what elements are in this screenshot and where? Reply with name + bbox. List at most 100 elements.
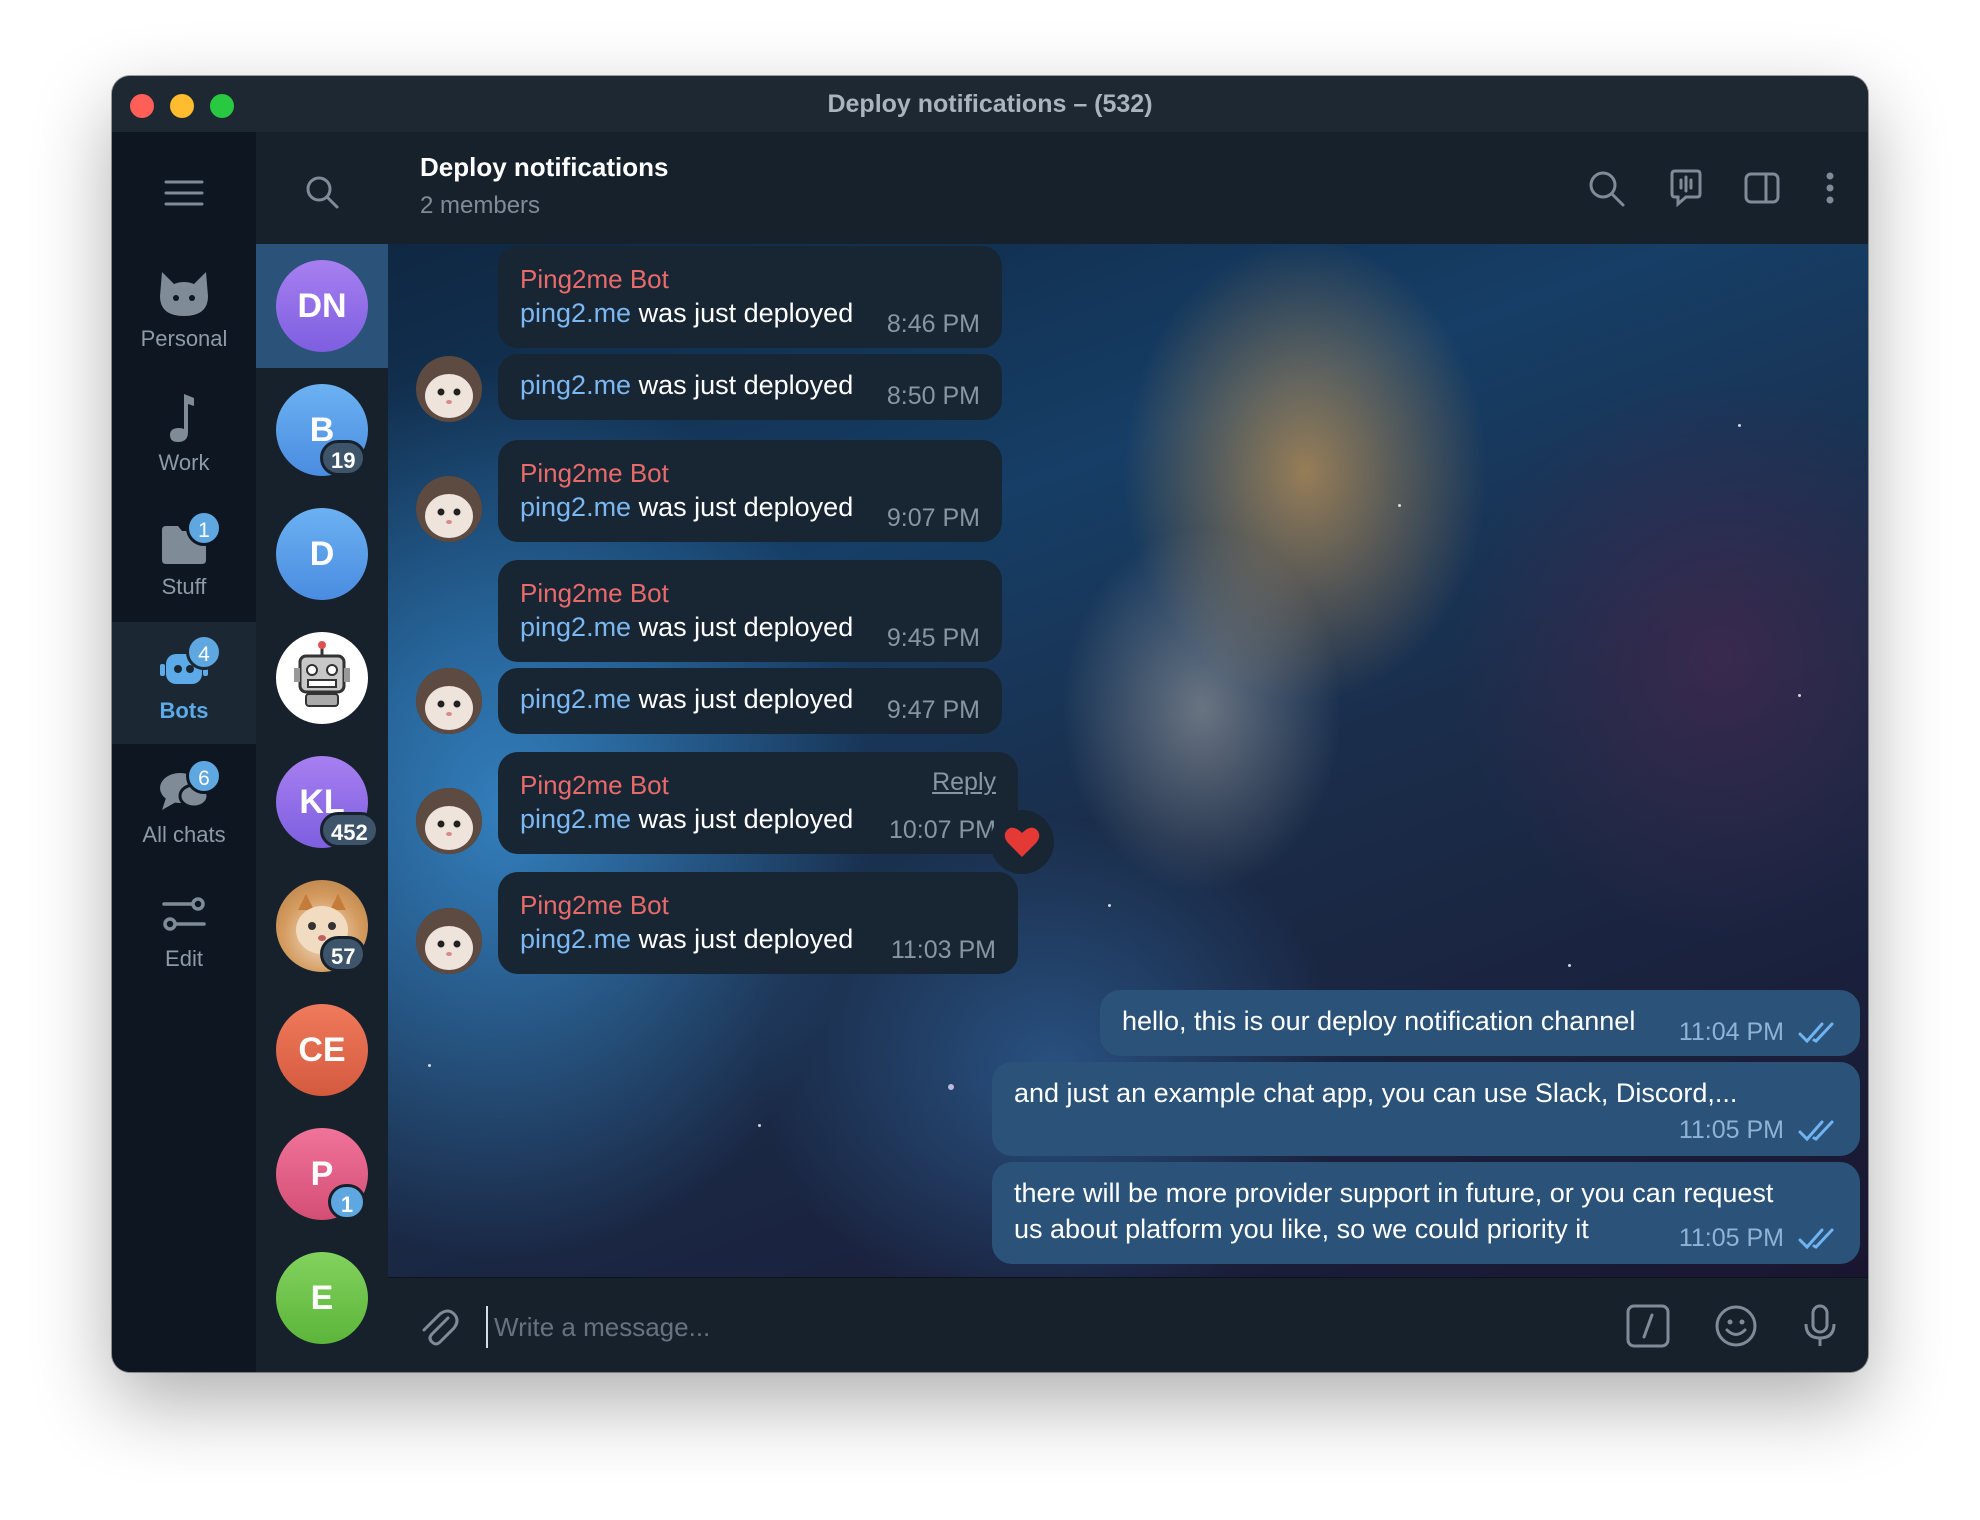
sidebar-toggle-icon[interactable]	[1740, 166, 1784, 210]
message-sender[interactable]: Ping2me Bot	[520, 890, 669, 921]
chat-item[interactable]: CE	[256, 988, 388, 1112]
message-list[interactable]: Ping2me Bot ping2.me was just deployed 8…	[388, 244, 1868, 1278]
wallpaper-star	[948, 1084, 954, 1090]
chat-title[interactable]: Deploy notifications	[420, 152, 668, 183]
message-link[interactable]: ping2.me	[520, 804, 631, 834]
folder-label: Edit	[165, 946, 203, 971]
window-title: Deploy notifications – (532)	[827, 90, 1153, 118]
message-link[interactable]: ping2.me	[520, 492, 631, 522]
avatar: CE	[276, 1004, 368, 1096]
sliders-icon	[154, 886, 214, 942]
chat-item[interactable]: DN	[256, 244, 388, 368]
folder-label: Work	[158, 450, 210, 475]
message-bubble[interactable]: Ping2me Bot Reply ping2.me was just depl…	[498, 752, 1018, 854]
bot-avatar[interactable]	[416, 668, 482, 734]
wallpaper-star	[1398, 504, 1401, 507]
avatar: D	[276, 508, 368, 600]
message-text: ping2.me was just deployed	[520, 612, 854, 642]
avatar: E	[276, 1252, 368, 1344]
message-bubble[interactable]: Ping2me Bot ping2.me was just deployed 9…	[498, 440, 1002, 542]
message-sender[interactable]: Ping2me Bot	[520, 578, 669, 609]
message-time: 8:46 PM	[886, 310, 980, 338]
read-checkmarks-icon	[1798, 1022, 1834, 1044]
chat-item[interactable]: B 19	[256, 368, 388, 492]
message-link[interactable]: ping2.me	[520, 612, 631, 642]
search-icon[interactable]	[1584, 166, 1628, 210]
voice-chat-icon[interactable]	[1664, 166, 1708, 210]
message-link[interactable]: ping2.me	[520, 370, 631, 400]
message-time: 11:05 PM	[1678, 1224, 1784, 1252]
message-bubble[interactable]: Ping2me Bot ping2.me was just deployed 1…	[498, 872, 1018, 974]
bot-avatar[interactable]	[416, 476, 482, 542]
bot-avatar[interactable]	[416, 908, 482, 974]
hamburger-menu-icon[interactable]	[164, 178, 204, 208]
bot-avatar[interactable]	[416, 788, 482, 854]
folder-bots[interactable]: 4 Bots	[112, 622, 256, 744]
chat-header: Deploy notifications 2 members	[388, 132, 1868, 245]
folder-stuff[interactable]: 1 Stuff	[112, 498, 256, 620]
message-sender[interactable]: Ping2me Bot	[520, 264, 669, 295]
message-text: ping2.me was just deployed	[520, 804, 854, 834]
message-time: 8:50 PM	[886, 382, 980, 410]
reply-link[interactable]: Reply	[932, 768, 996, 797]
message-time: 9:07 PM	[886, 504, 980, 532]
message-bubble[interactable]: ping2.me was just deployed 9:47 PM	[498, 668, 1002, 734]
chat-item[interactable]: 57	[256, 864, 388, 988]
chat-item[interactable]: E	[256, 1236, 388, 1360]
microphone-icon[interactable]	[1796, 1302, 1844, 1350]
emoji-icon[interactable]	[1712, 1302, 1760, 1350]
chat-member-count: 2 members	[420, 192, 541, 219]
more-options-icon[interactable]	[1820, 166, 1840, 210]
message-input[interactable]	[486, 1306, 1396, 1348]
chat-item[interactable]: KL 452	[256, 740, 388, 864]
message-text: ping2.me was just deployed	[520, 924, 854, 954]
cat-icon	[154, 266, 214, 322]
attach-paperclip-icon[interactable]	[414, 1302, 462, 1350]
message-time: 10:07 PM	[888, 816, 996, 844]
app-window: Deploy notifications – (532) Personal Wo…	[112, 76, 1868, 1372]
message-time: 9:45 PM	[886, 624, 980, 652]
read-checkmarks-icon	[1798, 1228, 1834, 1250]
message-link[interactable]: ping2.me	[520, 924, 631, 954]
folder-edit[interactable]: Edit	[112, 870, 256, 992]
message-bubble[interactable]: ping2.me was just deployed 8:50 PM	[498, 354, 1002, 420]
message-sender[interactable]: Ping2me Bot	[520, 458, 669, 489]
message-input-bar	[388, 1277, 1868, 1372]
message-bubble[interactable]: Ping2me Bot ping2.me was just deployed 8…	[498, 246, 1002, 348]
chat-item[interactable]	[256, 616, 388, 740]
chat-item[interactable]: D	[256, 492, 388, 616]
avatar: DN	[276, 260, 368, 352]
chat-item[interactable]: P 1	[256, 1112, 388, 1236]
folder-personal[interactable]: Personal	[112, 250, 256, 372]
folder-badge: 6	[186, 758, 222, 794]
folder-work[interactable]: Work	[112, 374, 256, 496]
heart-reaction[interactable]	[990, 810, 1054, 874]
folder-badge: 4	[186, 634, 222, 670]
outgoing-message-bubble[interactable]: hello, this is our deploy notification c…	[1100, 990, 1860, 1056]
message-sender[interactable]: Ping2me Bot	[520, 770, 669, 801]
wallpaper-star	[1798, 694, 1801, 697]
message-text: ping2.me was just deployed	[520, 298, 854, 328]
unread-badge: 1	[328, 1184, 366, 1220]
title-bar: Deploy notifications – (532)	[112, 76, 1868, 132]
search-icon[interactable]	[302, 172, 342, 212]
folder-all-chats[interactable]: 6 All chats	[112, 746, 256, 868]
folder-label: Personal	[140, 326, 228, 351]
wallpaper-star	[1108, 904, 1111, 907]
message-link[interactable]: ping2.me	[520, 684, 631, 714]
bot-commands-icon[interactable]	[1624, 1302, 1672, 1350]
message-text: ping2.me was just deployed	[520, 684, 854, 714]
message-text-line: there will be more provider support in f…	[1014, 1178, 1774, 1208]
outgoing-message-bubble[interactable]: and just an example chat app, you can us…	[992, 1062, 1860, 1156]
message-text: hello, this is our deploy notification c…	[1122, 1006, 1636, 1036]
chat-list: DN B 19 D KL 452 57 CE P 1 E	[256, 132, 388, 1372]
wallpaper-star	[758, 1124, 761, 1127]
folder-label: All chats	[142, 822, 226, 847]
bot-avatar[interactable]	[416, 356, 482, 422]
outgoing-message-bubble[interactable]: there will be more provider support in f…	[992, 1162, 1860, 1264]
message-bubble[interactable]: Ping2me Bot ping2.me was just deployed 9…	[498, 560, 1002, 662]
message-link[interactable]: ping2.me	[520, 298, 631, 328]
read-checkmarks-icon	[1798, 1120, 1834, 1142]
message-time: 9:47 PM	[886, 696, 980, 724]
message-time: 11:05 PM	[1678, 1116, 1784, 1144]
